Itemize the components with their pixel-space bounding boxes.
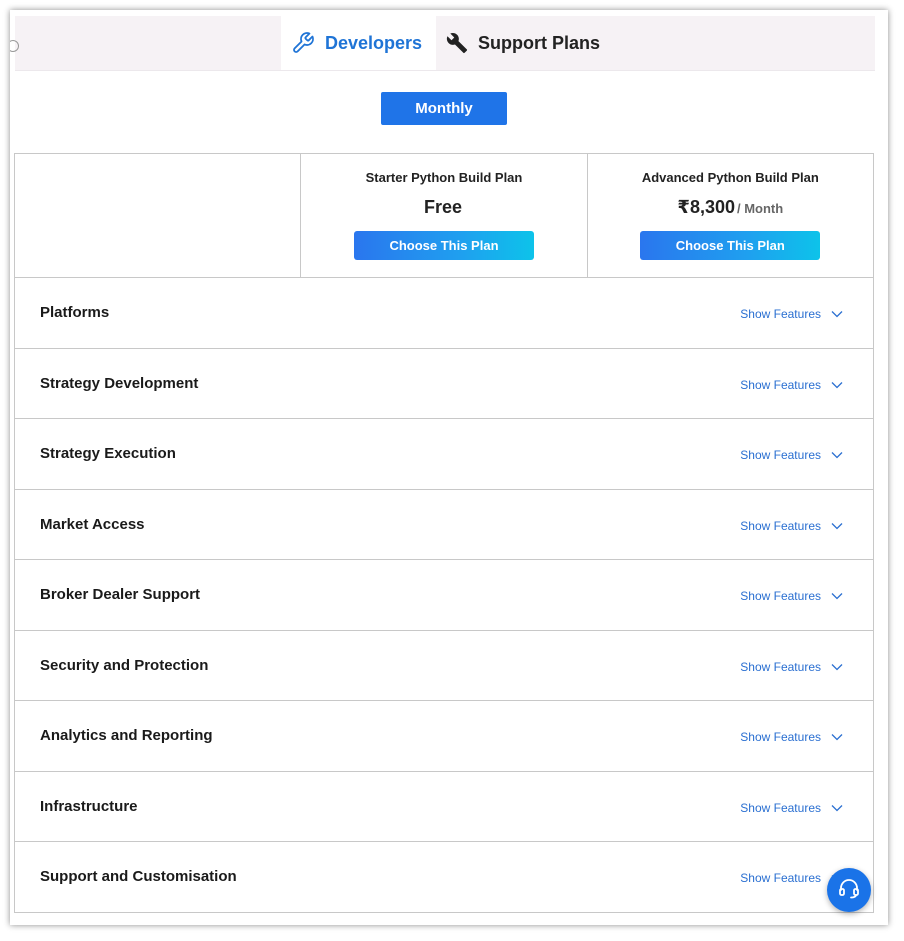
show-features-label: Show Features xyxy=(740,589,821,603)
show-features-toggle[interactable]: Show Features xyxy=(740,801,843,815)
show-features-toggle[interactable]: Show Features xyxy=(740,589,843,603)
tab-support-plans-label: Support Plans xyxy=(478,32,601,53)
show-features-label: Show Features xyxy=(740,448,821,462)
show-features-label: Show Features xyxy=(740,730,821,744)
partial-icon xyxy=(10,40,19,52)
feature-row-title: Security and Protection xyxy=(40,656,209,674)
feature-row-infrastructure[interactable]: Infrastructure Show Features xyxy=(15,772,873,842)
plan-card-starter: Starter Python Build Plan Free Choose Th… xyxy=(300,154,586,277)
monthly-billing-button[interactable]: Monthly xyxy=(381,92,507,125)
feature-row-market-access[interactable]: Market Access Show Features xyxy=(15,490,873,560)
choose-plan-button-advanced[interactable]: Choose This Plan xyxy=(640,231,821,260)
choose-plan-button-starter[interactable]: Choose This Plan xyxy=(353,231,534,260)
feature-row-analytics-and-reporting[interactable]: Analytics and Reporting Show Features xyxy=(15,701,873,772)
feature-row-title: Broker Dealer Support xyxy=(40,586,201,603)
pricing-page: Developers Support Plans Monthly Starter… xyxy=(10,10,888,925)
feature-row-title: Platforms xyxy=(40,304,110,321)
plan-header-empty-cell xyxy=(15,154,300,277)
chevron-down-icon xyxy=(831,381,843,389)
plan-card-advanced: Advanced Python Build Plan ₹8,300 / Mont… xyxy=(586,154,873,277)
feature-category-list: Platforms Show Features Strategy Develop… xyxy=(14,278,874,913)
show-features-label: Show Features xyxy=(740,377,821,392)
support-chat-button[interactable] xyxy=(827,868,871,912)
show-features-label: Show Features xyxy=(740,659,821,674)
feature-row-title: Analytics and Reporting xyxy=(40,727,213,744)
show-features-toggle[interactable]: Show Features xyxy=(740,730,843,744)
tab-developers[interactable]: Developers xyxy=(281,16,436,70)
plan-price-value: ₹8,300 xyxy=(677,197,735,217)
plan-comparison-header: Starter Python Build Plan Free Choose Th… xyxy=(14,153,874,278)
chevron-down-icon xyxy=(831,733,843,741)
feature-row-strategy-execution[interactable]: Strategy Execution Show Features xyxy=(15,419,873,490)
feature-row-broker-dealer-support[interactable]: Broker Dealer Support Show Features xyxy=(15,560,873,631)
feature-row-title: Support and Customisation xyxy=(40,868,237,885)
plan-name: Starter Python Build Plan xyxy=(365,170,523,185)
show-features-toggle[interactable]: Show Features xyxy=(740,448,843,462)
chevron-down-icon xyxy=(831,804,843,812)
chevron-down-icon xyxy=(831,663,843,671)
tab-developers-label: Developers xyxy=(325,32,423,53)
show-features-toggle[interactable]: Show Features xyxy=(740,660,843,674)
chevron-down-icon xyxy=(831,451,843,459)
chevron-down-icon xyxy=(831,522,843,530)
feature-row-support-and-customisation[interactable]: Support and Customisation Show Features xyxy=(15,842,873,913)
wrench-icon xyxy=(291,31,315,55)
chevron-down-icon xyxy=(831,592,843,600)
show-features-label: Show Features xyxy=(740,800,821,815)
feature-row-strategy-development[interactable]: Strategy Development Show Features xyxy=(15,349,873,419)
headset-icon xyxy=(837,876,861,905)
plan-name: Advanced Python Build Plan xyxy=(641,170,819,185)
feature-row-title: Infrastructure xyxy=(40,797,138,815)
plan-price-period: / Month xyxy=(737,201,784,216)
tab-support-plans[interactable]: Support Plans xyxy=(446,16,636,70)
show-features-label: Show Features xyxy=(740,307,821,321)
plan-price-value: Free xyxy=(423,197,462,217)
wrench-icon xyxy=(446,32,468,54)
feature-row-security-and-protection[interactable]: Security and Protection Show Features xyxy=(15,631,873,701)
plan-tab-bar: Developers Support Plans xyxy=(10,16,875,71)
chevron-down-icon xyxy=(831,310,843,318)
show-features-label: Show Features xyxy=(740,871,821,885)
feature-row-title: Strategy Execution xyxy=(40,445,176,462)
show-features-toggle[interactable]: Show Features xyxy=(740,307,843,321)
plan-price: ₹8,300 / Month xyxy=(677,197,783,223)
feature-row-title: Market Access xyxy=(40,515,145,533)
show-features-toggle[interactable]: Show Features xyxy=(740,519,843,533)
feature-row-platforms[interactable]: Platforms Show Features xyxy=(15,278,873,349)
feature-row-title: Strategy Development xyxy=(40,374,199,392)
plan-price: Free xyxy=(424,197,464,223)
show-features-toggle[interactable]: Show Features xyxy=(740,378,843,392)
show-features-label: Show Features xyxy=(740,518,821,533)
